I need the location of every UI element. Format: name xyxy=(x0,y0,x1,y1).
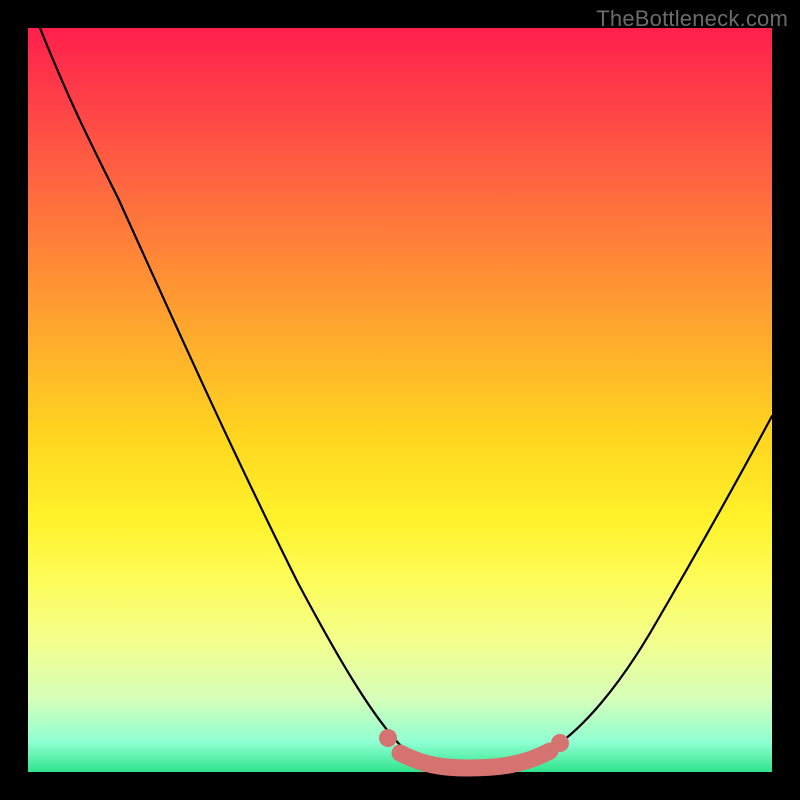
valley-highlight xyxy=(379,729,569,768)
watermark-text: TheBottleneck.com xyxy=(596,6,788,32)
bottleneck-curve xyxy=(40,28,772,768)
bottleneck-curve-svg xyxy=(28,28,772,772)
chart-frame: TheBottleneck.com xyxy=(0,0,800,800)
plot-area xyxy=(28,28,772,772)
